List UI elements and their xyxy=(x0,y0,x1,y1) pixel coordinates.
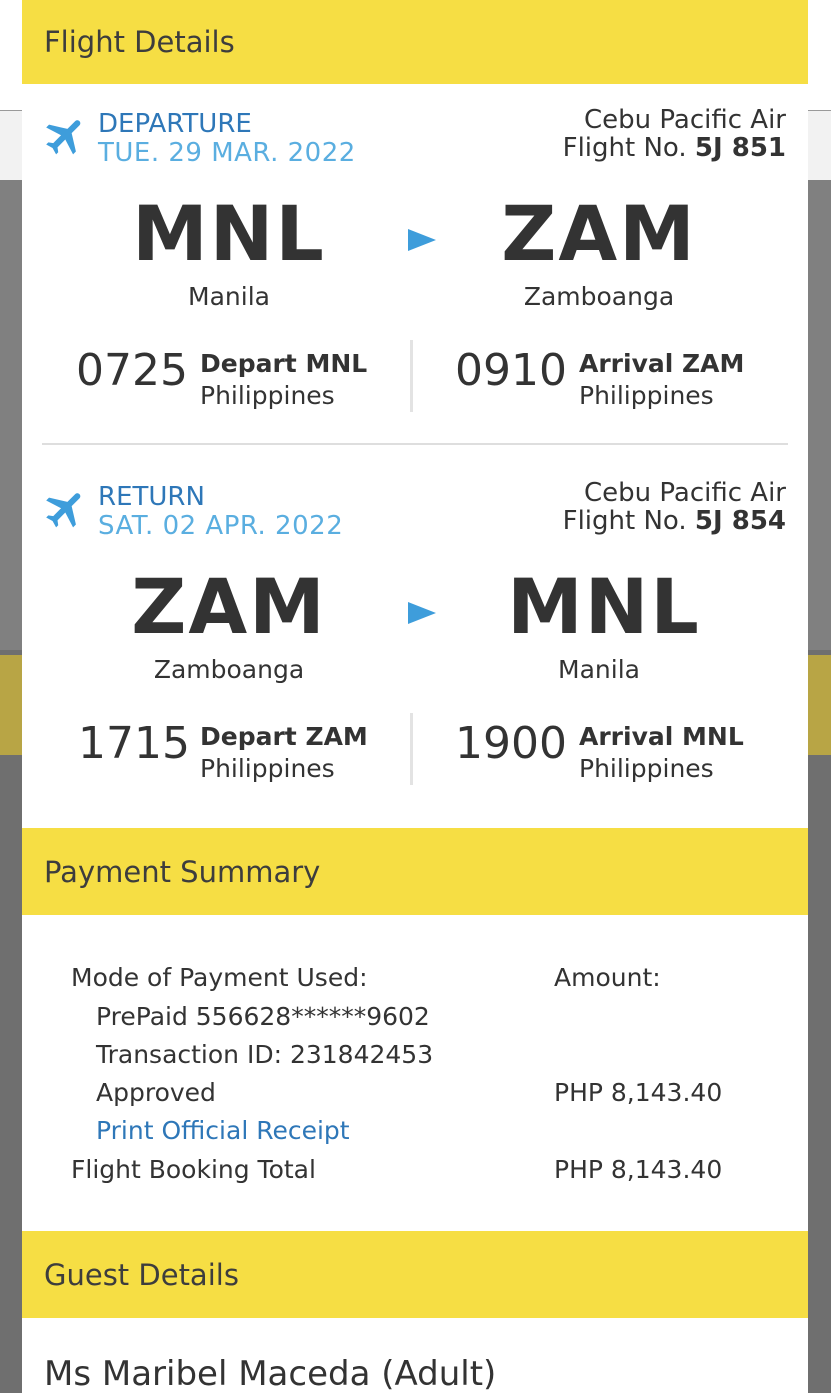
origin-code: MNL xyxy=(132,189,326,278)
payment-status: Approved xyxy=(96,1078,216,1107)
payment-amount: PHP 8,143.40 xyxy=(554,1078,723,1107)
flight-no-label: Flight No. xyxy=(562,133,687,163)
depart-label: Depart ZAM xyxy=(200,722,368,751)
flight-no-value: 5J 851 xyxy=(694,133,786,163)
payment-summary-header: Payment Summary xyxy=(22,828,808,915)
flight-details-title: Flight Details xyxy=(44,25,235,59)
print-receipt-link[interactable]: Print Official Receipt xyxy=(96,1117,350,1145)
airplane-icon xyxy=(46,493,81,528)
guest-details-title: Guest Details xyxy=(44,1257,239,1292)
return-flight-number: Flight No. 5J 854 xyxy=(563,507,786,536)
booking-total-label: Flight Booking Total xyxy=(71,1155,316,1184)
arrive-time: 0910 xyxy=(455,345,567,396)
time-divider xyxy=(410,713,413,785)
origin-code: ZAM xyxy=(131,562,327,651)
arrive-country: Philippines xyxy=(579,754,714,783)
departure-airline: Cebu Pacific Air xyxy=(584,105,786,135)
arrive-label: Arrival ZAM xyxy=(579,349,745,378)
depart-country: Philippines xyxy=(200,754,335,783)
flight-details-header: Flight Details xyxy=(22,0,808,84)
origin-city: Zamboanga xyxy=(153,655,305,684)
depart-time: 1715 xyxy=(78,718,190,769)
depart-country: Philippines xyxy=(200,381,335,410)
segment-divider xyxy=(42,443,788,445)
departure-date: TUE. 29 MAR. 2022 xyxy=(98,138,356,168)
flight-no-value: 5J 854 xyxy=(694,506,786,536)
origin-city: Manila xyxy=(188,282,270,311)
depart-time: 0725 xyxy=(76,345,188,396)
booking-total-amount: PHP 8,143.40 xyxy=(554,1155,723,1184)
arrive-label: Arrival MNL xyxy=(579,722,744,751)
destination-code: MNL xyxy=(507,562,701,651)
return-date: SAT. 02 APR. 2022 xyxy=(98,511,344,541)
depart-label: Depart MNL xyxy=(200,349,368,378)
airplane-icon xyxy=(46,120,81,155)
arrow-right-icon xyxy=(408,229,436,251)
booking-details-modal: Flight Details DEPARTURE TUE. 29 MAR. 20… xyxy=(22,0,808,1393)
payment-method: PrePaid 556628******9602 xyxy=(96,1002,430,1031)
departure-flight-number: Flight No. 5J 851 xyxy=(563,134,786,163)
flight-no-label: Flight No. xyxy=(562,506,687,536)
destination-city: Manila xyxy=(558,655,640,684)
time-divider xyxy=(410,340,413,412)
return-label: RETURN xyxy=(98,482,205,512)
payment-summary-title: Payment Summary xyxy=(44,854,321,889)
amount-label: Amount: xyxy=(554,963,661,992)
payment-mode-label: Mode of Payment Used: xyxy=(71,963,368,992)
guest-details-header: Guest Details xyxy=(22,1231,808,1318)
arrive-time: 1900 xyxy=(455,718,567,769)
return-airline: Cebu Pacific Air xyxy=(584,478,786,508)
arrive-country: Philippines xyxy=(579,381,714,410)
departure-label: DEPARTURE xyxy=(98,109,252,139)
destination-city: Zamboanga xyxy=(523,282,675,311)
guest-name: Ms Maribel Maceda (Adult) xyxy=(44,1354,497,1393)
destination-code: ZAM xyxy=(501,189,697,278)
transaction-id: Transaction ID: 231842453 xyxy=(96,1040,434,1069)
arrow-right-icon xyxy=(408,602,436,624)
